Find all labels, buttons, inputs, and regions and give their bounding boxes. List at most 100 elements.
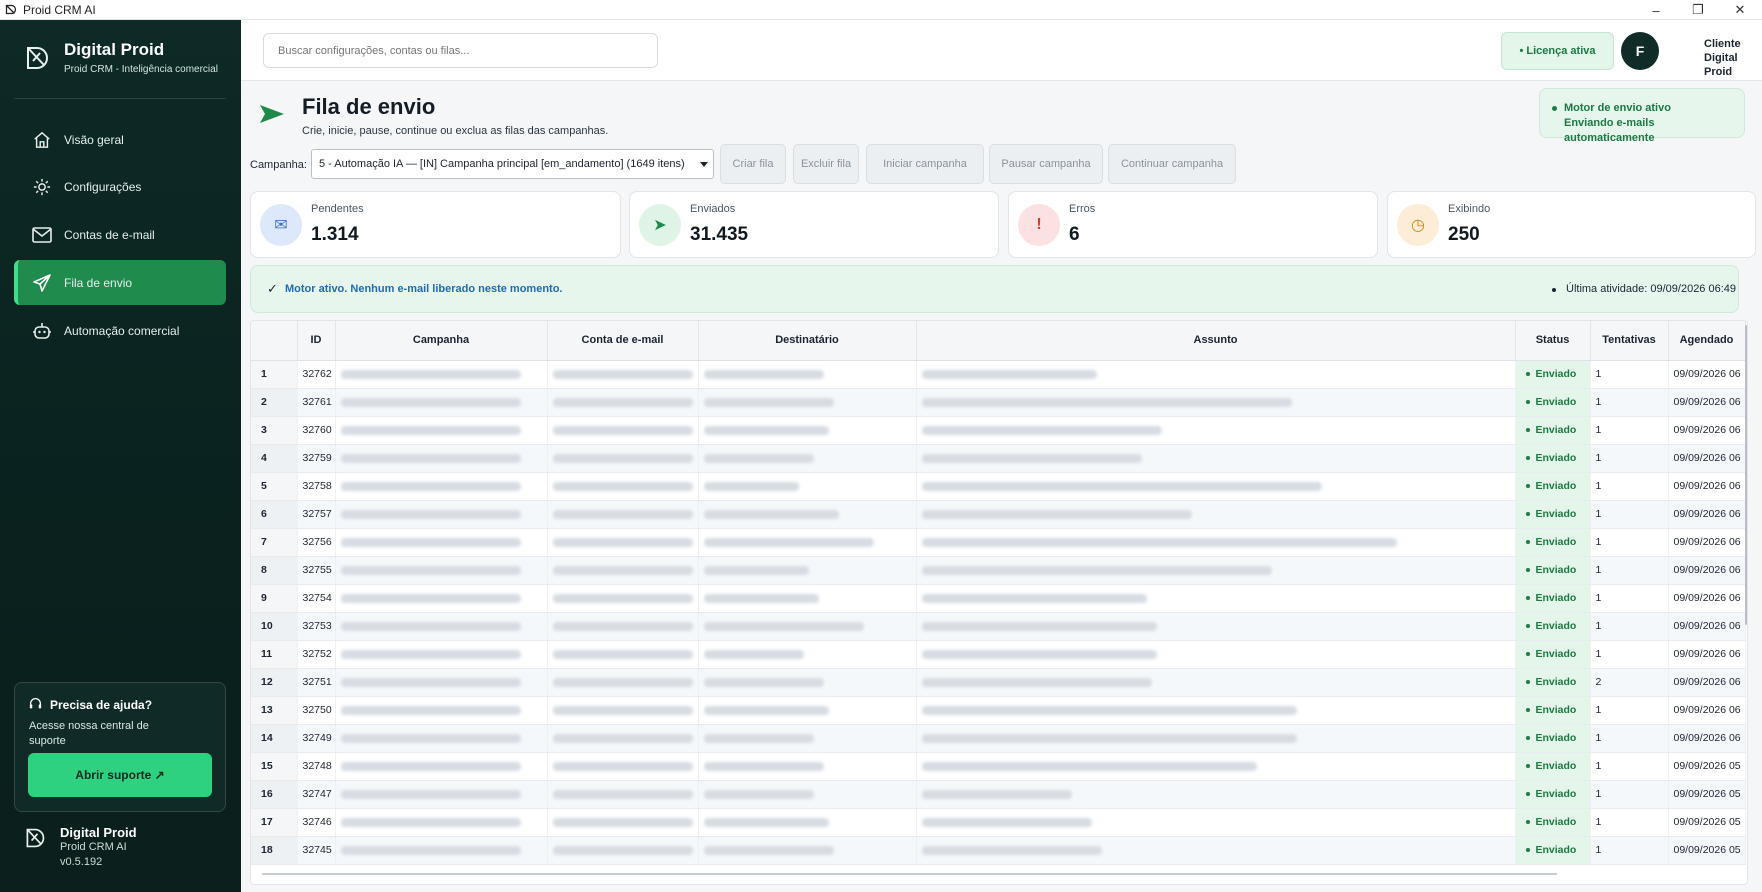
maximize-button[interactable]: ❐	[1676, 0, 1720, 20]
table-row[interactable]: 18 32745 Enviado 1 09/09/2026 05	[251, 836, 1746, 865]
status-text: Enviado	[1535, 844, 1577, 856]
row-scheduled: 09/09/2026 06	[1668, 500, 1746, 529]
table-row[interactable]: 1 32762 Enviado 1 09/09/2026 06	[251, 360, 1746, 389]
table-row[interactable]: 8 32755 Enviado 1 09/09/2026 06	[251, 556, 1746, 585]
engine-status-card: Motor de envio ativo Enviando e-mails au…	[1539, 88, 1745, 144]
table-row[interactable]: 3 32760 Enviado 1 09/09/2026 06	[251, 416, 1746, 445]
table-row[interactable]: 11 32752 Enviado 1 09/09/2026 06	[251, 640, 1746, 669]
row-recipient-redacted	[698, 724, 917, 753]
column-header-status[interactable]: Status	[1515, 321, 1591, 361]
create-queue-button[interactable]: Criar fila	[720, 144, 786, 184]
status-dot	[1525, 820, 1530, 825]
table-row[interactable]: 2 32761 Enviado 1 09/09/2026 06	[251, 388, 1746, 417]
table-row[interactable]: 17 32746 Enviado 1 09/09/2026 05	[251, 808, 1746, 837]
status-text: Enviado	[1535, 564, 1577, 576]
row-recipient-redacted	[698, 668, 917, 697]
table-row[interactable]: 12 32751 Enviado 2 09/09/2026 06	[251, 668, 1746, 697]
row-number: 16	[251, 780, 298, 809]
help-title: Precisa de ajuda?	[50, 698, 153, 712]
status-text: Enviado	[1535, 704, 1577, 716]
row-id: 32757	[297, 500, 336, 529]
row-status: Enviado	[1515, 416, 1591, 445]
row-id: 32756	[297, 528, 336, 557]
sidebar-item-automacao-comercial[interactable]: Automação comercial	[14, 308, 226, 353]
row-id: 32754	[297, 584, 336, 613]
sidebar-brand: Digital Proid Proid CRM - Inteligência c…	[24, 40, 218, 75]
row-subject-redacted	[916, 444, 1516, 473]
status-dot	[1525, 624, 1530, 629]
column-header-assunto[interactable]: Assunto	[916, 321, 1516, 361]
row-subject-redacted	[916, 696, 1516, 725]
table-row[interactable]: 10 32753 Enviado 1 09/09/2026 06	[251, 612, 1746, 641]
minimize-button[interactable]: –	[1634, 0, 1678, 20]
table-row[interactable]: 15 32748 Enviado 1 09/09/2026 05	[251, 752, 1746, 781]
sidebar-item-fila-envio[interactable]: Fila de envio	[14, 260, 226, 305]
app-logo-icon	[3, 2, 19, 18]
row-attempts: 1	[1590, 836, 1669, 865]
continue-campaign-button[interactable]: Continuar campanha	[1108, 144, 1236, 184]
table-row[interactable]: 7 32756 Enviado 1 09/09/2026 06	[251, 528, 1746, 557]
row-subject-redacted	[916, 752, 1516, 781]
sidebar-item-configuracoes[interactable]: Configurações	[14, 164, 226, 209]
pause-campaign-button[interactable]: Pausar campanha	[989, 144, 1103, 184]
delete-queue-button[interactable]: Excluir fila	[793, 144, 859, 184]
column-header-tentativas[interactable]: Tentativas	[1590, 321, 1669, 361]
table-row[interactable]: 14 32749 Enviado 1 09/09/2026 06	[251, 724, 1746, 753]
brand-logo-icon	[24, 45, 50, 71]
open-support-button[interactable]: Abrir suporte ↗	[28, 753, 212, 797]
row-status: Enviado	[1515, 696, 1591, 725]
send-icon: ➤	[639, 204, 681, 246]
campaign-select[interactable]: 5 - Automação IA — [IN] Campanha princip…	[311, 149, 714, 179]
row-recipient-redacted	[698, 556, 917, 585]
send-arrow-icon	[258, 102, 286, 126]
stat-label: Pendentes	[311, 203, 364, 215]
window-titlebar: Proid CRM AI – ❐ ✕	[0, 0, 1762, 20]
column-header-destinatario[interactable]: Destinatário	[698, 321, 917, 361]
mail-icon	[32, 225, 52, 245]
status-dot	[1525, 652, 1530, 657]
table-row[interactable]: 9 32754 Enviado 1 09/09/2026 06	[251, 584, 1746, 613]
column-header-id[interactable]: ID	[297, 321, 336, 361]
row-status: Enviado	[1515, 752, 1591, 781]
start-campaign-button[interactable]: Iniciar campanha	[866, 144, 984, 184]
row-recipient-redacted	[698, 836, 917, 865]
table-row[interactable]: 4 32759 Enviado 1 09/09/2026 06	[251, 444, 1746, 473]
table-row[interactable]: 13 32750 Enviado 1 09/09/2026 06	[251, 696, 1746, 725]
table-row[interactable]: 16 32747 Enviado 1 09/09/2026 05	[251, 780, 1746, 809]
row-scheduled: 09/09/2026 06	[1668, 612, 1746, 641]
column-header-conta[interactable]: Conta de e-mail	[547, 321, 699, 361]
row-number: 12	[251, 668, 298, 697]
row-subject-redacted	[916, 808, 1516, 837]
row-id: 32751	[297, 668, 336, 697]
row-scheduled: 09/09/2026 05	[1668, 752, 1746, 781]
row-status: Enviado	[1515, 500, 1591, 529]
horizontal-scrollbar[interactable]	[262, 873, 1557, 875]
stat-value: 6	[1069, 224, 1080, 245]
search-input[interactable]	[263, 33, 658, 68]
row-account-redacted	[547, 360, 699, 389]
row-subject-redacted	[916, 584, 1516, 613]
row-scheduled: 09/09/2026 06	[1668, 724, 1746, 753]
status-dot	[1525, 596, 1530, 601]
sidebar-item-contas-email[interactable]: Contas de e-mail	[14, 212, 226, 257]
row-campaign-redacted	[335, 416, 548, 445]
row-status: Enviado	[1515, 836, 1591, 865]
table-row[interactable]: 6 32757 Enviado 1 09/09/2026 06	[251, 500, 1746, 529]
row-account-redacted	[547, 584, 699, 613]
row-scheduled: 09/09/2026 06	[1668, 556, 1746, 585]
close-button[interactable]: ✕	[1718, 0, 1762, 20]
vertical-scrollbar[interactable]	[1745, 325, 1747, 625]
avatar[interactable]: F	[1621, 32, 1659, 70]
row-subject-redacted	[916, 556, 1516, 585]
status-dot	[1525, 540, 1530, 545]
row-status: Enviado	[1515, 668, 1591, 697]
status-dot	[1525, 568, 1530, 573]
row-status: Enviado	[1515, 556, 1591, 585]
column-header-campanha[interactable]: Campanha	[335, 321, 548, 361]
status-dot	[1525, 848, 1530, 853]
table-row[interactable]: 5 32758 Enviado 1 09/09/2026 06	[251, 472, 1746, 501]
sidebar-item-visao-geral[interactable]: Visão geral	[14, 117, 226, 162]
row-scheduled: 09/09/2026 06	[1668, 528, 1746, 557]
column-header-agendado[interactable]: Agendado	[1668, 321, 1746, 361]
row-status: Enviado	[1515, 612, 1591, 641]
